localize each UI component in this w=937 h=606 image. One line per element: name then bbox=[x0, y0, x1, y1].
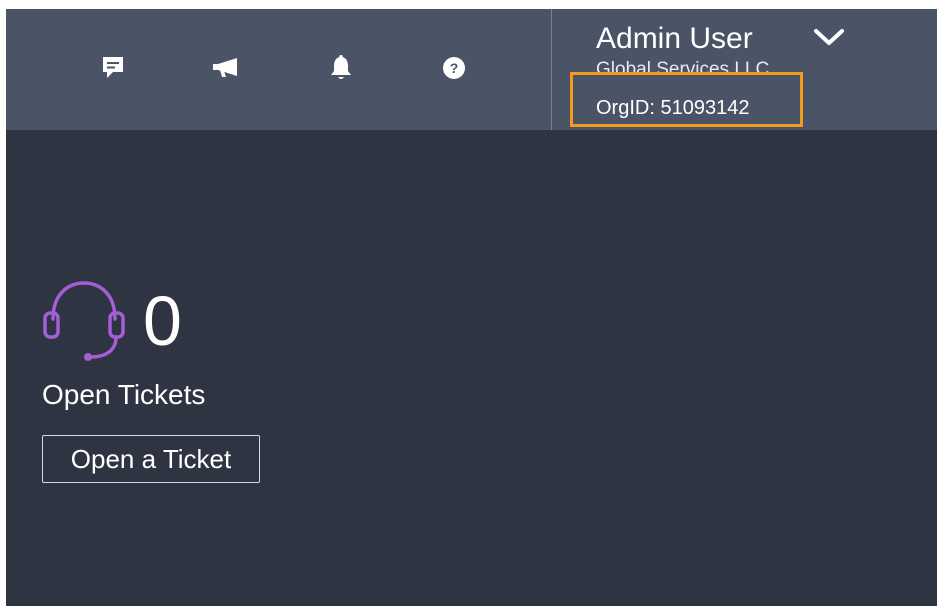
top-bar: ? Admin User Global Services LLC OrgID: … bbox=[6, 9, 937, 130]
megaphone-icon[interactable] bbox=[212, 53, 242, 83]
open-ticket-button[interactable]: Open a Ticket bbox=[42, 435, 260, 483]
svg-text:?: ? bbox=[450, 60, 459, 76]
user-name[interactable]: Admin User bbox=[596, 21, 753, 57]
help-icon[interactable]: ? bbox=[439, 53, 469, 83]
headset-icon bbox=[39, 277, 129, 363]
app-frame: ? Admin User Global Services LLC OrgID: … bbox=[6, 9, 937, 606]
chevron-down-icon[interactable] bbox=[812, 25, 846, 51]
org-name: Global Services LLC bbox=[596, 59, 770, 80]
bell-icon[interactable] bbox=[326, 53, 356, 83]
open-tickets-count: 0 bbox=[143, 282, 182, 360]
org-id: OrgID: 51093142 bbox=[596, 97, 750, 119]
chat-icon[interactable] bbox=[98, 53, 128, 83]
header-divider bbox=[551, 9, 552, 130]
open-tickets-label: Open Tickets bbox=[42, 379, 206, 410]
